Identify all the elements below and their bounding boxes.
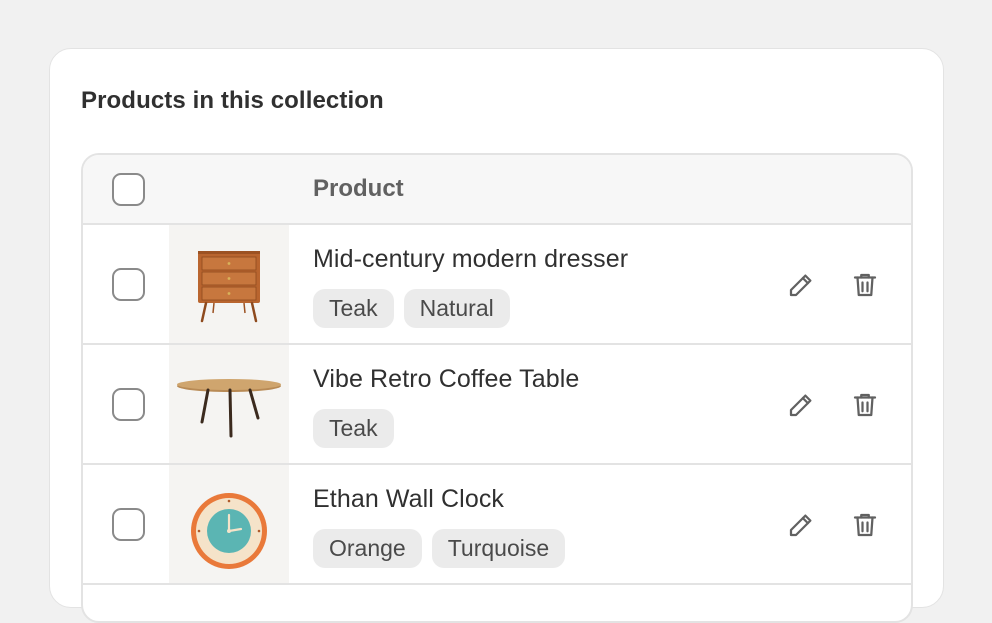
products-card: Products in this collection Product Mid-… <box>49 48 944 623</box>
edit-button[interactable] <box>783 387 819 423</box>
row-checkbox[interactable] <box>112 388 145 421</box>
trash-icon <box>853 393 877 417</box>
table-header: Product <box>83 155 911 225</box>
product-thumbnail-wall-clock[interactable] <box>169 465 289 583</box>
table-row: Ethan Wall Clock Orange Turquoise <box>83 465 911 585</box>
product-thumbnail-dresser[interactable] <box>169 225 289 343</box>
pencil-icon <box>789 274 812 297</box>
product-name[interactable]: Ethan Wall Clock <box>313 485 504 514</box>
delete-button[interactable] <box>847 267 883 303</box>
trash-icon <box>853 273 877 297</box>
product-thumbnail-coffee-table[interactable] <box>169 345 289 463</box>
column-header-product: Product <box>313 175 404 202</box>
wall-clock-image <box>191 493 267 569</box>
trash-icon <box>853 513 877 537</box>
tag: Natural <box>403 289 510 328</box>
pencil-icon <box>789 514 812 537</box>
pencil-icon <box>789 394 812 417</box>
select-all-checkbox[interactable] <box>112 173 145 206</box>
product-tags: Teak <box>313 409 394 448</box>
product-name[interactable]: Mid-century modern dresser <box>313 245 628 274</box>
row-checkbox[interactable] <box>112 508 145 541</box>
tag: Teak <box>313 289 394 328</box>
products-table: Product Mid-century modern dresser Teak … <box>81 153 913 623</box>
table-row: Mid-century modern dresser Teak Natural <box>83 225 911 345</box>
dresser-image <box>198 251 260 323</box>
product-tags: Orange Turquoise <box>313 529 566 568</box>
row-checkbox[interactable] <box>112 268 145 301</box>
product-name[interactable]: Vibe Retro Coffee Table <box>313 365 579 394</box>
delete-button[interactable] <box>847 507 883 543</box>
tag: Teak <box>313 409 394 448</box>
tag: Orange <box>313 529 422 568</box>
card-title: Products in this collection <box>81 87 384 114</box>
table-row: Vibe Retro Coffee Table Teak <box>83 345 911 465</box>
coffee-table-image <box>177 379 281 438</box>
delete-button[interactable] <box>847 387 883 423</box>
product-tags: Teak Natural <box>313 289 510 328</box>
edit-button[interactable] <box>783 267 819 303</box>
edit-button[interactable] <box>783 507 819 543</box>
tag: Turquoise <box>431 529 566 568</box>
